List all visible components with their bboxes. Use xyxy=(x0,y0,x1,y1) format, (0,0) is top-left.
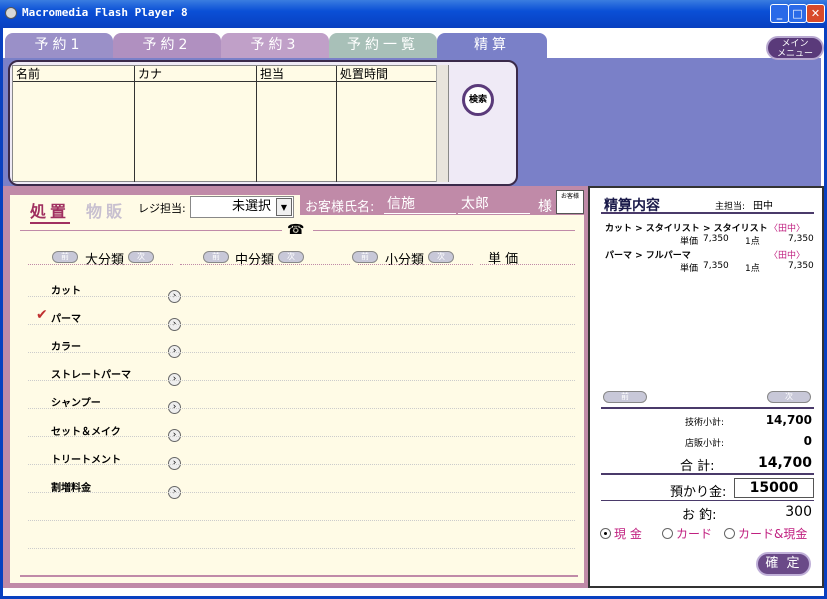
title-bar: Macromedia Flash Player 8 _ □ ✕ xyxy=(0,0,827,28)
register-staff-label: レジ担当: xyxy=(138,202,186,215)
column-kana[interactable]: カナ xyxy=(135,66,257,82)
tab-retail[interactable]: 物販 xyxy=(86,198,126,222)
middle-prev-button[interactable]: 前 xyxy=(203,251,229,263)
line-1-path: カット > スタイリスト > スタイリスト xyxy=(605,224,768,234)
line-2-qty: 1点 xyxy=(745,264,760,274)
item-shampoo[interactable]: シャンプー xyxy=(51,394,101,409)
column-staff[interactable]: 担当 xyxy=(257,66,337,82)
item-color[interactable]: カラー xyxy=(51,338,81,353)
tab-checkout[interactable]: 精算 xyxy=(437,33,547,58)
deposit-label: 預かり金: xyxy=(670,485,727,500)
major-category-label: 大分類 xyxy=(85,253,125,268)
flash-app-icon xyxy=(5,7,17,19)
line-1-amount: 7,350 xyxy=(788,234,814,244)
minor-next-button[interactable]: 次 xyxy=(428,251,454,263)
tab-treatment[interactable]: 処置 xyxy=(30,198,71,224)
tab-reservation-3[interactable]: 予約3 xyxy=(221,33,329,58)
customer-card-icon[interactable]: お客様 xyxy=(556,190,584,214)
tab-reservation-1[interactable]: 予約1 xyxy=(5,33,113,58)
retail-subtotal-value: 0 xyxy=(803,434,812,448)
item-straight-perm[interactable]: ストレートパーマ xyxy=(51,366,131,381)
window-title: Macromedia Flash Player 8 xyxy=(22,6,188,19)
dropdown-arrow-icon[interactable]: ▼ xyxy=(276,198,292,216)
item-perm[interactable]: パーマ xyxy=(51,310,81,325)
retail-subtotal-label: 店販小計: xyxy=(685,439,725,449)
total-value: 14,700 xyxy=(757,455,812,471)
reservation-table: 名前 カナ 担当 処置時間 xyxy=(12,65,449,182)
major-prev-button[interactable]: 前 xyxy=(52,251,78,263)
total-label: 合 計: xyxy=(680,459,715,474)
confirm-button[interactable]: 確 定 xyxy=(756,552,811,576)
customer-name-label: お客様氏名: xyxy=(305,200,375,215)
reservation-scrollbar[interactable] xyxy=(436,65,448,182)
line-1-unit-label: 単価 xyxy=(680,237,699,247)
deposit-input[interactable]: 15000 xyxy=(734,478,814,498)
column-name[interactable]: 名前 xyxy=(13,66,135,82)
middle-next-button[interactable]: 次 xyxy=(278,251,304,263)
register-staff-value: 未選択 xyxy=(231,199,271,214)
main-staff-value[interactable]: 田中 xyxy=(753,197,813,213)
payment-card-label[interactable]: カード xyxy=(676,525,712,542)
line-1-staff: 〈田中〉 xyxy=(769,224,806,234)
payment-cash-radio[interactable] xyxy=(600,528,611,539)
main-staff-label: 主担当: xyxy=(715,202,746,212)
minimize-button[interactable]: _ xyxy=(770,4,789,23)
line-2-unit-label: 単価 xyxy=(680,264,699,274)
payment-cash-label[interactable]: 現 金 xyxy=(614,525,642,542)
tab-reservation-2[interactable]: 予約2 xyxy=(113,33,221,58)
tech-subtotal-value: 14,700 xyxy=(765,413,812,427)
line-2-path: パーマ > フルパーマ xyxy=(605,251,691,261)
change-label: お 釣: xyxy=(682,508,717,523)
maximize-button[interactable]: □ xyxy=(788,4,807,23)
line-2-amount: 7,350 xyxy=(788,261,814,271)
line-2-staff: 〈田中〉 xyxy=(769,251,806,261)
minor-prev-button[interactable]: 前 xyxy=(352,251,378,263)
tab-reservation-list[interactable]: 予約一覧 xyxy=(329,33,437,58)
payment-card-cash-label[interactable]: カード&現金 xyxy=(738,525,807,542)
customer-last-name[interactable]: 信施 xyxy=(384,194,456,214)
checkmark-icon: ✔ xyxy=(36,307,48,323)
column-treatment-time[interactable]: 処置時間 xyxy=(337,66,437,82)
customer-suffix: 様 xyxy=(538,199,552,215)
main-menu-button[interactable]: メイン メニュー xyxy=(766,36,824,60)
item-cut[interactable]: カット xyxy=(51,282,81,297)
line-2-unit: 7,350 xyxy=(703,261,729,271)
search-button[interactable]: 検索 xyxy=(462,84,494,116)
major-next-button[interactable]: 次 xyxy=(128,251,154,263)
register-staff-select[interactable]: 未選択 ▼ xyxy=(190,196,294,218)
change-value: 300 xyxy=(785,504,812,520)
line-1-qty: 1点 xyxy=(745,237,760,247)
summary-prev-button[interactable]: 前 xyxy=(603,391,647,403)
customer-first-name[interactable]: 太郎 xyxy=(458,194,530,214)
payment-card-cash-radio[interactable] xyxy=(724,528,735,539)
tech-subtotal-label: 技術小計: xyxy=(685,418,725,428)
line-1-unit: 7,350 xyxy=(703,234,729,244)
tab-bar: 予約1 予約2 予約3 予約一覧 精算 xyxy=(3,30,821,58)
close-button[interactable]: ✕ xyxy=(806,4,825,23)
middle-category-label: 中分類 xyxy=(235,253,275,268)
phone-icon: ☎ xyxy=(287,222,305,238)
minor-category-label: 小分類 xyxy=(385,253,425,268)
summary-next-button[interactable]: 次 xyxy=(767,391,811,403)
payment-card-radio[interactable] xyxy=(662,528,673,539)
